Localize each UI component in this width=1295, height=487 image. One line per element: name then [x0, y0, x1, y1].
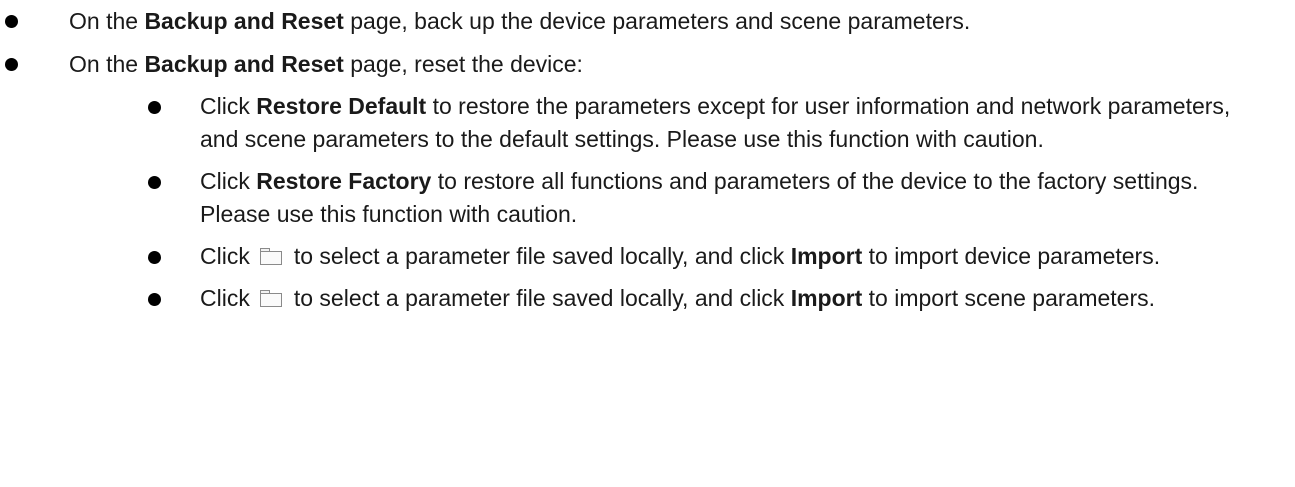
- item-text-post: to import device parameters.: [862, 243, 1161, 269]
- item-text-pre: Click: [200, 285, 250, 311]
- list-item-backup: On the Backup and Reset page, back up th…: [0, 5, 1295, 38]
- item-text-bold: Import: [790, 243, 863, 269]
- bullet-icon: [148, 251, 161, 264]
- item-text-mid: to select a parameter file saved locally…: [293, 285, 791, 311]
- item-text-bold: Backup and Reset: [144, 8, 344, 34]
- sub-item-import-device: Click to select a parameter file saved lo…: [69, 240, 1295, 273]
- item-text-post: to import scene parameters.: [862, 285, 1155, 311]
- item-text-bold: Backup and Reset: [144, 51, 344, 77]
- bullet-icon: [5, 58, 18, 71]
- item-text-pre: On the: [69, 8, 145, 34]
- item-text-bold: Restore Factory: [256, 168, 432, 194]
- item-text-bold: Import: [790, 285, 863, 311]
- item-text-post: page, back up the device parameters and …: [343, 8, 971, 34]
- item-text-pre: On the: [69, 51, 145, 77]
- folder-icon: [259, 290, 282, 307]
- item-text-post: page, reset the device:: [343, 51, 583, 77]
- document-body: On the Backup and Reset page, back up th…: [0, 0, 1295, 315]
- bullet-icon: [148, 176, 161, 189]
- sub-item-restore-factory: Click Restore Factory to restore all fun…: [69, 165, 1295, 231]
- item-text-bold: Restore Default: [256, 93, 427, 119]
- bullet-icon: [148, 101, 161, 114]
- item-text-pre: Click: [200, 93, 257, 119]
- sub-item-restore-default: Click Restore Default to restore the par…: [69, 90, 1295, 156]
- sub-item-import-scene: Click to select a parameter file saved lo…: [69, 282, 1295, 315]
- bullet-icon: [5, 15, 18, 28]
- item-text-pre: Click: [200, 243, 250, 269]
- folder-icon: [259, 248, 282, 265]
- bullet-icon: [148, 293, 161, 306]
- reset-sublist: Click Restore Default to restore the par…: [69, 90, 1295, 315]
- item-text-mid: to select a parameter file saved locally…: [293, 243, 791, 269]
- item-text-pre: Click: [200, 168, 257, 194]
- list-item-reset: On the Backup and Reset page, reset the …: [0, 48, 1295, 315]
